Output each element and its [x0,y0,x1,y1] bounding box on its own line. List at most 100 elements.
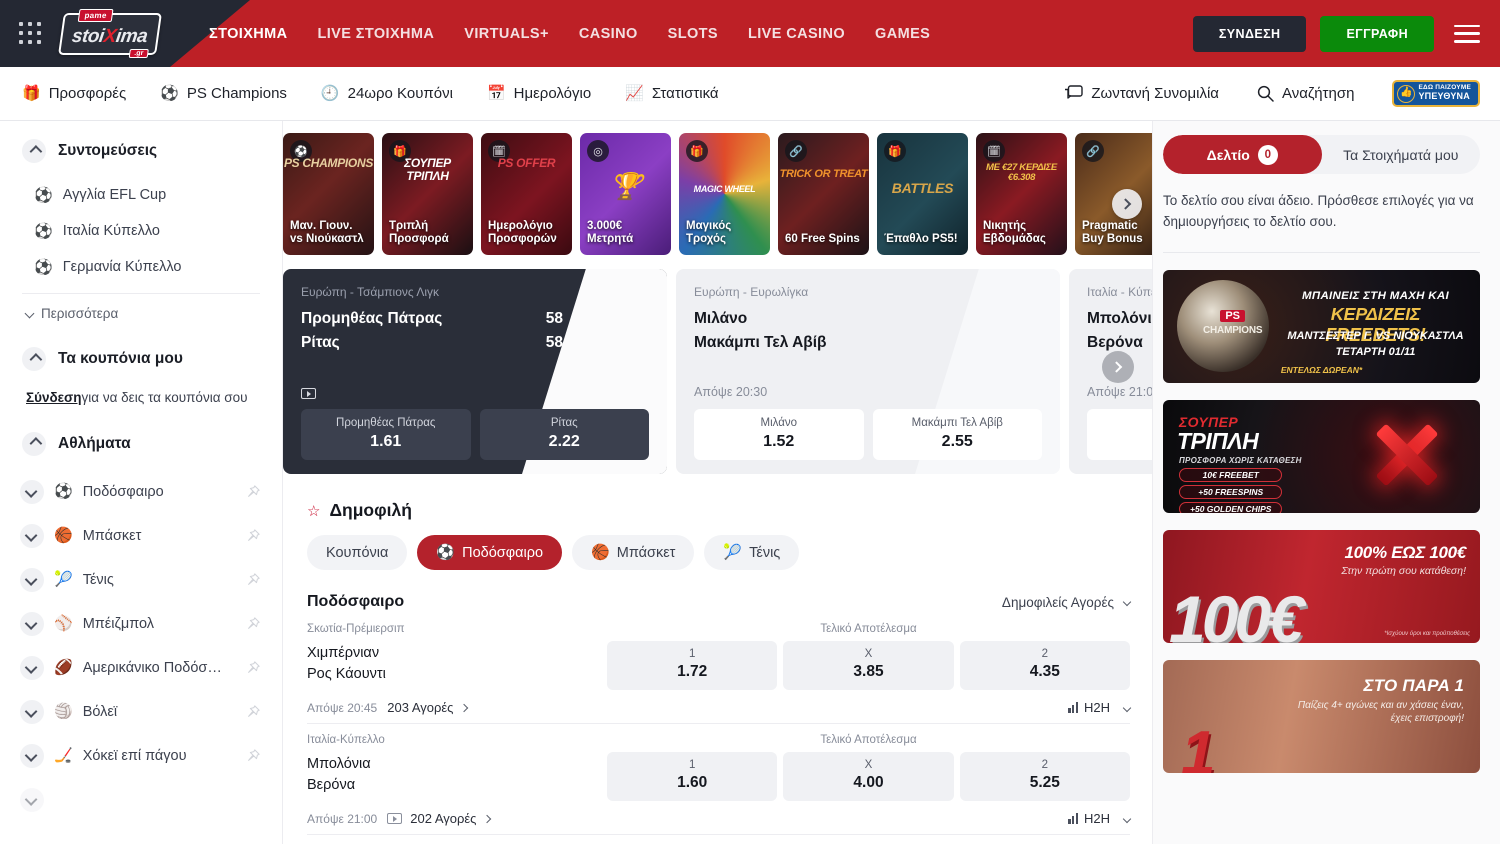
sidebar-sport-next[interactable] [0,778,282,822]
featured-odd-button[interactable]: Μιλάνο 1.52 [694,409,864,460]
promo-card[interactable]: 🏆 ◎ 3.000€ Μετρητά [580,133,671,255]
site-logo[interactable]: pame stoiXima .gr [61,11,159,56]
nav-item-slots[interactable]: SLOTS [668,26,718,42]
subnav-item-statistika[interactable]: 📈 Στατιστικά [625,85,718,102]
tab-koyponia[interactable]: Κουπόνια [307,535,407,570]
nav-item-live-casino[interactable]: LIVE CASINO [748,26,845,42]
odd-button-1[interactable]: 1 1.60 [607,752,777,801]
featured-odd-button[interactable]: Ρίτας 2.22 [480,409,650,460]
nav-item-live-stoixima[interactable]: LIVE ΣΤΟΙΧΗΜΑ [318,26,435,42]
featured-carousel-next-button[interactable] [1102,351,1134,383]
promo-card[interactable]: 🔗 Pragmatic Buy Bonus [1075,133,1152,255]
nav-item-games[interactable]: GAMES [875,26,930,42]
markets-dropdown[interactable]: Δημοφιλείς Αγορές [1002,595,1130,610]
match-row[interactable]: Ιταλία-Κύπελλο Μπολόνια Βερόνα Τελικό Απ… [307,724,1130,835]
match-markets-count[interactable]: 202 Αγορές [410,811,476,826]
banner-bonus-100[interactable]: 100€ 100% ΕΩΣ 100€ Στην πρώτη σου κατάθε… [1163,530,1480,643]
h2h-button[interactable]: H2H [1068,811,1130,826]
sidebar-item-germania-kypello[interactable]: ⚽ Γερμανία Κύπελλο [0,249,282,285]
banner-sto-para-1[interactable]: 1 ΣΤΟ ΠΑΡΑ 1 Παίζεις 4+ αγώνες και αν χά… [1163,660,1480,773]
sidebar-item-efl-cup[interactable]: ⚽ Αγγλία EFL Cup [0,177,282,213]
nav-item-virtuals[interactable]: VIRTUALS+ [464,26,549,42]
chevron-down-icon[interactable] [20,524,44,548]
chevron-down-icon[interactable] [20,700,44,724]
pin-icon[interactable] [246,705,260,719]
odd-button-1[interactable]: 1 1.72 [607,641,777,690]
pin-icon[interactable] [246,573,260,587]
sidebar-sport-basket[interactable]: 🏀 Μπάσκετ [0,514,282,558]
subnav-item-prosfores[interactable]: 🎁 Προσφορές [22,85,126,102]
odd-button-x[interactable]: X 3.85 [783,641,953,690]
hamburger-menu-icon[interactable] [1454,25,1480,43]
sidebar-sport-ice-hockey[interactable]: 🏒 Χόκεϊ επί πάγου [0,734,282,778]
featured-odd-button[interactable]: 1 1.60 [1087,409,1152,460]
sidebar-item-italia-kypello[interactable]: ⚽ Ιταλία Κύπελλο [0,213,282,249]
pin-icon[interactable] [246,749,260,763]
odd-button-2[interactable]: 2 4.35 [960,641,1130,690]
pin-icon[interactable] [246,617,260,631]
sidebar-sport-baseball[interactable]: ⚾ Μπέιζμπολ [0,602,282,646]
promo-card[interactable]: ΜΕ €27 ΚΕΡΔΙΣΕ €6.308 🗓 Νικητής Εβδομάδα… [976,133,1067,255]
pin-icon[interactable] [246,529,260,543]
promo-card[interactable]: TRICK OR TREAT 🔗 60 Free Spins [778,133,869,255]
register-button[interactable]: ΕΓΓΡΑΦΗ [1320,16,1434,52]
odd-button-x[interactable]: X 4.00 [783,752,953,801]
sidebar-section-sports[interactable]: Αθλήματα [0,432,282,456]
featured-odd-name: Προμηθέας Πάτρας [305,417,467,429]
tab-tennis[interactable]: 🎾 Τένις [704,535,799,570]
featured-match-card[interactable]: Ευρώπη - Τσάμπιονς Λιγκ Προμηθέας Πάτρας… [283,269,667,474]
odd-button-2[interactable]: 2 5.25 [960,752,1130,801]
featured-match-card[interactable]: Ευρώπη - Ευρωλίγκα Μιλάνο Μακάμπι Τελ Αβ… [676,269,1060,474]
subnav-item-imerologio[interactable]: 📅 Ημερολόγιο [487,85,591,102]
promo-card-label: Τριπλή Προσφορά [382,220,473,255]
nav-item-stoixima[interactable]: ΣΤΟΙΧΗΜΑ [209,26,288,42]
sidebar-sport-volleyball[interactable]: 🏐 Βόλεϊ [0,690,282,734]
banner-super-tripli[interactable]: ΣΟΥΠΕΡ ΤΡΙΠΛΗ ΠΡΟΣΦΟΡΑ ΧΩΡΙΣ ΚΑΤΑΘΕΣΗ 10… [1163,400,1480,513]
live-chat-button[interactable]: Ζωντανή Συνομιλία [1064,85,1219,102]
chevron-down-icon[interactable] [20,568,44,592]
subnav-item-24oro-koyponi[interactable]: 🕘 24ωρο Κουπόνι [321,85,453,102]
login-button[interactable]: ΣΥΝΔΕΣΗ [1193,16,1307,52]
chevron-down-icon[interactable] [20,612,44,636]
promo-card[interactable]: BATTLES 🎁 Έπαθλο PS5! [877,133,968,255]
sport-block-header: Ποδόσφαιρο Δημοφιλείς Αγορές [307,593,1130,611]
search-button[interactable]: Αναζήτηση [1257,85,1354,102]
live-stream-icon[interactable] [301,388,316,399]
promo-art-text: PS OFFER [481,157,572,170]
featured-odd-button[interactable]: Μακάμπι Τελ Αβίβ 2.55 [873,409,1043,460]
promo-card[interactable]: PS OFFER 🗓 Ημερολόγιο Προσφορών [481,133,572,255]
sidebar-more-button[interactable]: Περισσότερα [0,294,282,325]
live-stream-icon[interactable] [387,813,402,824]
nav-item-casino[interactable]: CASINO [579,26,638,42]
sidebar-sport-podosfairo[interactable]: ⚽ Ποδόσφαιρο [0,470,282,514]
promo-carousel-next-button[interactable] [1112,189,1142,219]
sidebar-sport-tennis[interactable]: 🎾 Τένις [0,558,282,602]
h2h-button[interactable]: H2H [1068,700,1130,715]
chevron-down-icon[interactable] [20,656,44,680]
tab-betslip[interactable]: Δελτίο 0 [1163,135,1322,174]
tab-my-bets[interactable]: Τα Στοιχήματά μου [1322,135,1481,174]
featured-odd-button[interactable]: Προμηθέας Πάτρας 1.61 [301,409,471,460]
sidebar-section-shortcuts[interactable]: Συντομεύσεις [0,139,282,163]
responsible-gaming-badge[interactable]: 👍 ΕΔΩ ΠΑΙΖΟΥΜΕ ΥΠΕΥΘΥΝΑ [1392,80,1480,107]
sidebar-section-my-coupons[interactable]: Τα κουπόνια μου [0,347,282,371]
pin-icon[interactable] [246,485,260,499]
chevron-down-icon[interactable] [20,744,44,768]
coupons-login-link[interactable]: Σύνδεση [26,390,82,405]
tab-basket[interactable]: 🏀 Μπάσκετ [572,535,694,570]
promo-card[interactable]: PS CHAMPIONS ⚽ Μαν. Γιουν. vs Νιούκαστλ [283,133,374,255]
match-markets-count[interactable]: 203 Αγορές [387,700,453,715]
chevron-down-icon[interactable] [20,480,44,504]
sidebar-sport-american-football[interactable]: 🏈 Αμερικάνικο Ποδόσ… [0,646,282,690]
tab-podosfairo[interactable]: ⚽ Ποδόσφαιρο [417,535,562,570]
banner-ps-champions[interactable]: PS CHAMPIONS ΜΠΑΙΝΕΙΣ ΣΤΗ ΜΑΧΗ ΚΑΙ ΚΕΡΔΙ… [1163,270,1480,383]
subnav-item-ps-champions[interactable]: ⚽ PS Champions [160,85,287,102]
promo-card[interactable]: ΣΟΥΠΕΡ ΤΡΙΠΛΗ 🎁 Τριπλή Προσφορά [382,133,473,255]
pin-icon[interactable] [246,661,260,675]
apps-grid-icon[interactable] [19,22,43,46]
match-row[interactable]: Σκωτία-Πρέμιερσιπ Χιμπέρνιαν Ρος Κάουντι… [307,613,1130,724]
match-row-partial[interactable] [307,835,1130,844]
featured-league: Ευρώπη - Ευρωλίγκα [694,285,1042,299]
chevron-down-icon[interactable] [20,788,44,812]
promo-card[interactable]: MAGIC WHEEL 🎁 Μαγικός Τροχός [679,133,770,255]
